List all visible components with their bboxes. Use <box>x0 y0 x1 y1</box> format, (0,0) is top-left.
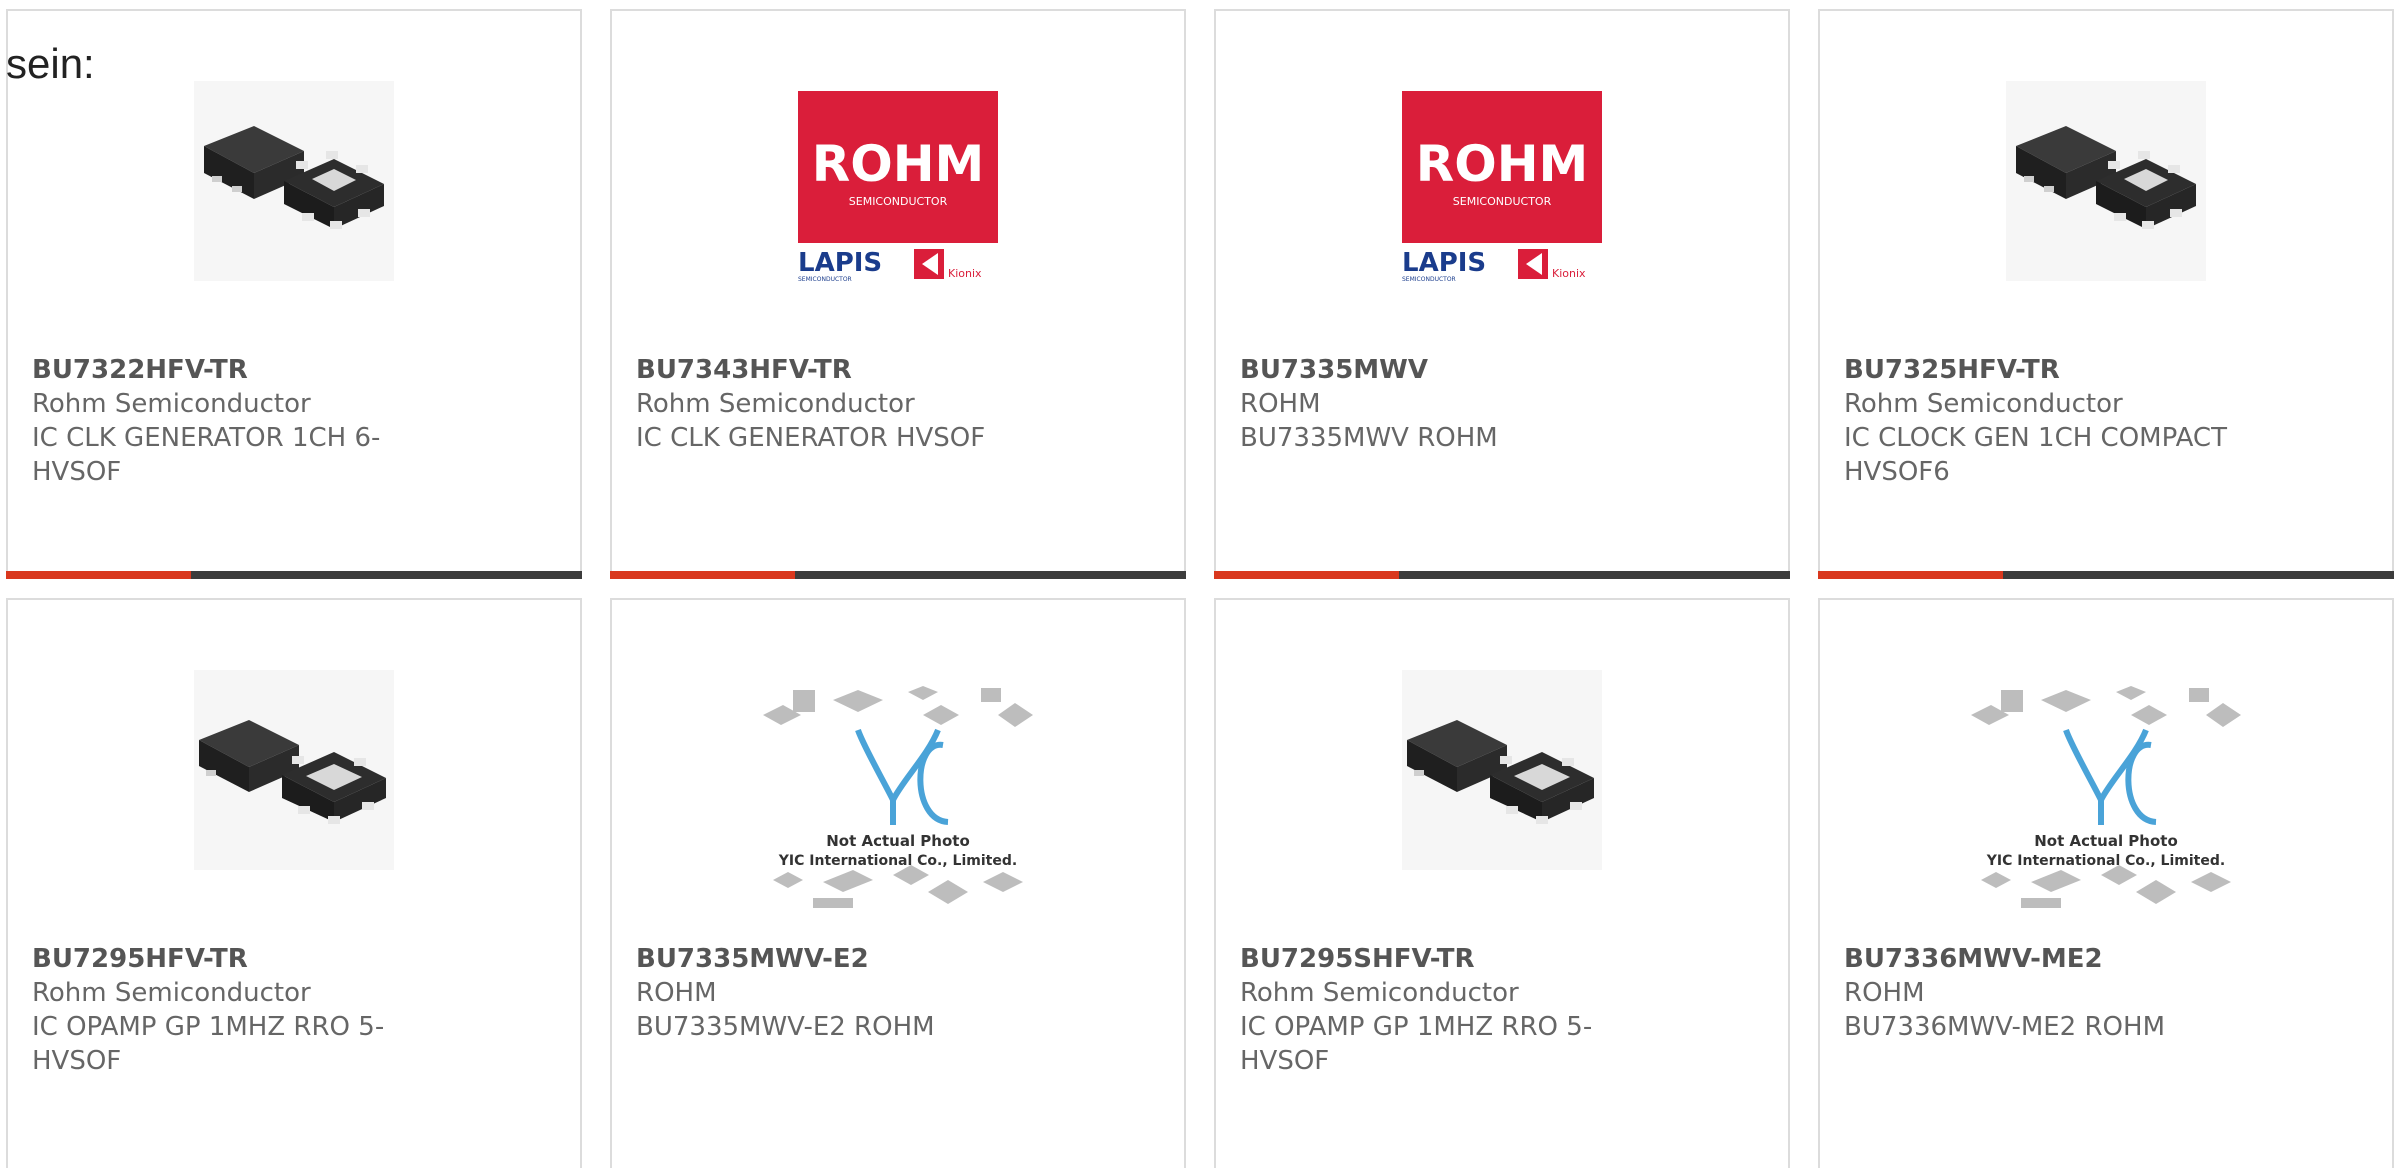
yic-placeholder-icon: Not Actual Photo YIC International Co., … <box>763 686 1033 908</box>
description: IC OPAMP GP 1MHZ RRO 5- HVSOF <box>1240 1012 1593 1076</box>
product-card[interactable]: Not Actual Photo YIC International Co., … <box>1818 598 2394 1168</box>
product-image[interactable] <box>8 81 580 291</box>
kionix-text: Kionix <box>948 267 982 280</box>
description: BU7336MWV-ME2 ROHM <box>1844 1012 2166 1042</box>
chip-6pin-icon <box>194 81 394 281</box>
product-card[interactable]: BU7295SHFV-TR Rohm Semiconductor IC OPAM… <box>1214 598 1790 1168</box>
chip-5pin-icon <box>194 670 394 870</box>
lapis-text: LAPIS <box>1402 248 1486 278</box>
card-accent-bar <box>6 571 582 579</box>
manufacturer: ROHM <box>1240 389 1321 419</box>
description: IC OPAMP GP 1MHZ RRO 5- HVSOF <box>32 1012 385 1076</box>
kionix-text: Kionix <box>1552 267 1586 280</box>
manufacturer: Rohm Semiconductor <box>32 978 311 1008</box>
product-image[interactable] <box>1820 81 2392 291</box>
intro-text: sein: <box>6 40 95 87</box>
product-image[interactable] <box>8 670 580 880</box>
product-image[interactable]: ROHM SEMICONDUCTOR LAPIS SEMICONDUCTOR K… <box>612 81 1184 291</box>
yic-placeholder-icon: Not Actual Photo YIC International Co., … <box>1971 686 2241 908</box>
logo-brand: ROHM <box>811 135 984 193</box>
logo-brand: ROHM <box>1415 135 1588 193</box>
placeholder-line1: Not Actual Photo <box>2034 832 2178 850</box>
description: IC CLK GENERATOR 1CH 6- HVSOF <box>32 423 381 487</box>
description: IC CLK GENERATOR HVSOF <box>636 423 986 453</box>
part-number[interactable]: BU7336MWV-ME2 <box>1844 942 2368 976</box>
manufacturer: Rohm Semiconductor <box>1844 389 2123 419</box>
product-image[interactable]: Not Actual Photo YIC International Co., … <box>1820 670 2392 908</box>
logo-sub: SEMICONDUCTOR <box>1452 195 1551 208</box>
card-accent-bar <box>1818 571 2394 579</box>
chip-5pin-icon <box>1402 670 1602 870</box>
product-card[interactable]: ROHM SEMICONDUCTOR LAPIS SEMICONDUCTOR K… <box>1214 9 1790 579</box>
manufacturer: Rohm Semiconductor <box>32 389 311 419</box>
logo-sub: SEMICONDUCTOR <box>848 195 947 208</box>
product-image[interactable]: ROHM SEMICONDUCTOR LAPIS SEMICONDUCTOR K… <box>1216 81 1788 291</box>
rohm-logo-icon: ROHM SEMICONDUCTOR LAPIS SEMICONDUCTOR K… <box>1401 91 1602 283</box>
placeholder-line2: YIC International Co., Limited. <box>1986 853 2225 869</box>
placeholder-line2: YIC International Co., Limited. <box>778 853 1017 869</box>
manufacturer: Rohm Semiconductor <box>636 389 915 419</box>
part-number[interactable]: BU7335MWV <box>1240 353 1764 387</box>
description: BU7335MWV ROHM <box>1240 423 1498 453</box>
rohm-logo-icon: ROHM SEMICONDUCTOR LAPIS SEMICONDUCTOR K… <box>797 91 998 283</box>
product-card[interactable]: Not Actual Photo YIC International Co., … <box>610 598 1186 1168</box>
manufacturer: ROHM <box>1844 978 1925 1008</box>
part-number[interactable]: BU7322HFV-TR <box>32 353 556 387</box>
part-number[interactable]: BU7335MWV-E2 <box>636 942 1160 976</box>
description: BU7335MWV-E2 ROHM <box>636 1012 935 1042</box>
card-accent-bar <box>610 571 1186 579</box>
manufacturer: ROHM <box>636 978 717 1008</box>
part-number[interactable]: BU7343HFV-TR <box>636 353 1160 387</box>
product-image[interactable] <box>1216 670 1788 880</box>
part-number[interactable]: BU7295SHFV-TR <box>1240 942 1764 976</box>
part-number[interactable]: BU7295HFV-TR <box>32 942 556 976</box>
product-card[interactable]: BU7325HFV-TR Rohm Semiconductor IC CLOCK… <box>1818 9 2394 579</box>
card-accent-bar <box>1214 571 1790 579</box>
manufacturer: Rohm Semiconductor <box>1240 978 1519 1008</box>
lapis-sub: SEMICONDUCTOR <box>798 276 852 283</box>
lapis-sub: SEMICONDUCTOR <box>1402 276 1456 283</box>
product-card[interactable]: ROHM SEMICONDUCTOR LAPIS SEMICONDUCTOR K… <box>610 9 1186 579</box>
part-number[interactable]: BU7325HFV-TR <box>1844 353 2368 387</box>
product-card[interactable]: BU7322HFV-TR Rohm Semiconductor IC CLK G… <box>6 9 582 579</box>
lapis-text: LAPIS <box>798 248 882 278</box>
description: IC CLOCK GEN 1CH COMPACT HVSOF6 <box>1844 423 2227 487</box>
placeholder-line1: Not Actual Photo <box>826 832 970 850</box>
chip-6pin-icon <box>2006 81 2206 281</box>
product-image[interactable]: Not Actual Photo YIC International Co., … <box>612 670 1184 908</box>
product-card[interactable]: BU7295HFV-TR Rohm Semiconductor IC OPAMP… <box>6 598 582 1168</box>
